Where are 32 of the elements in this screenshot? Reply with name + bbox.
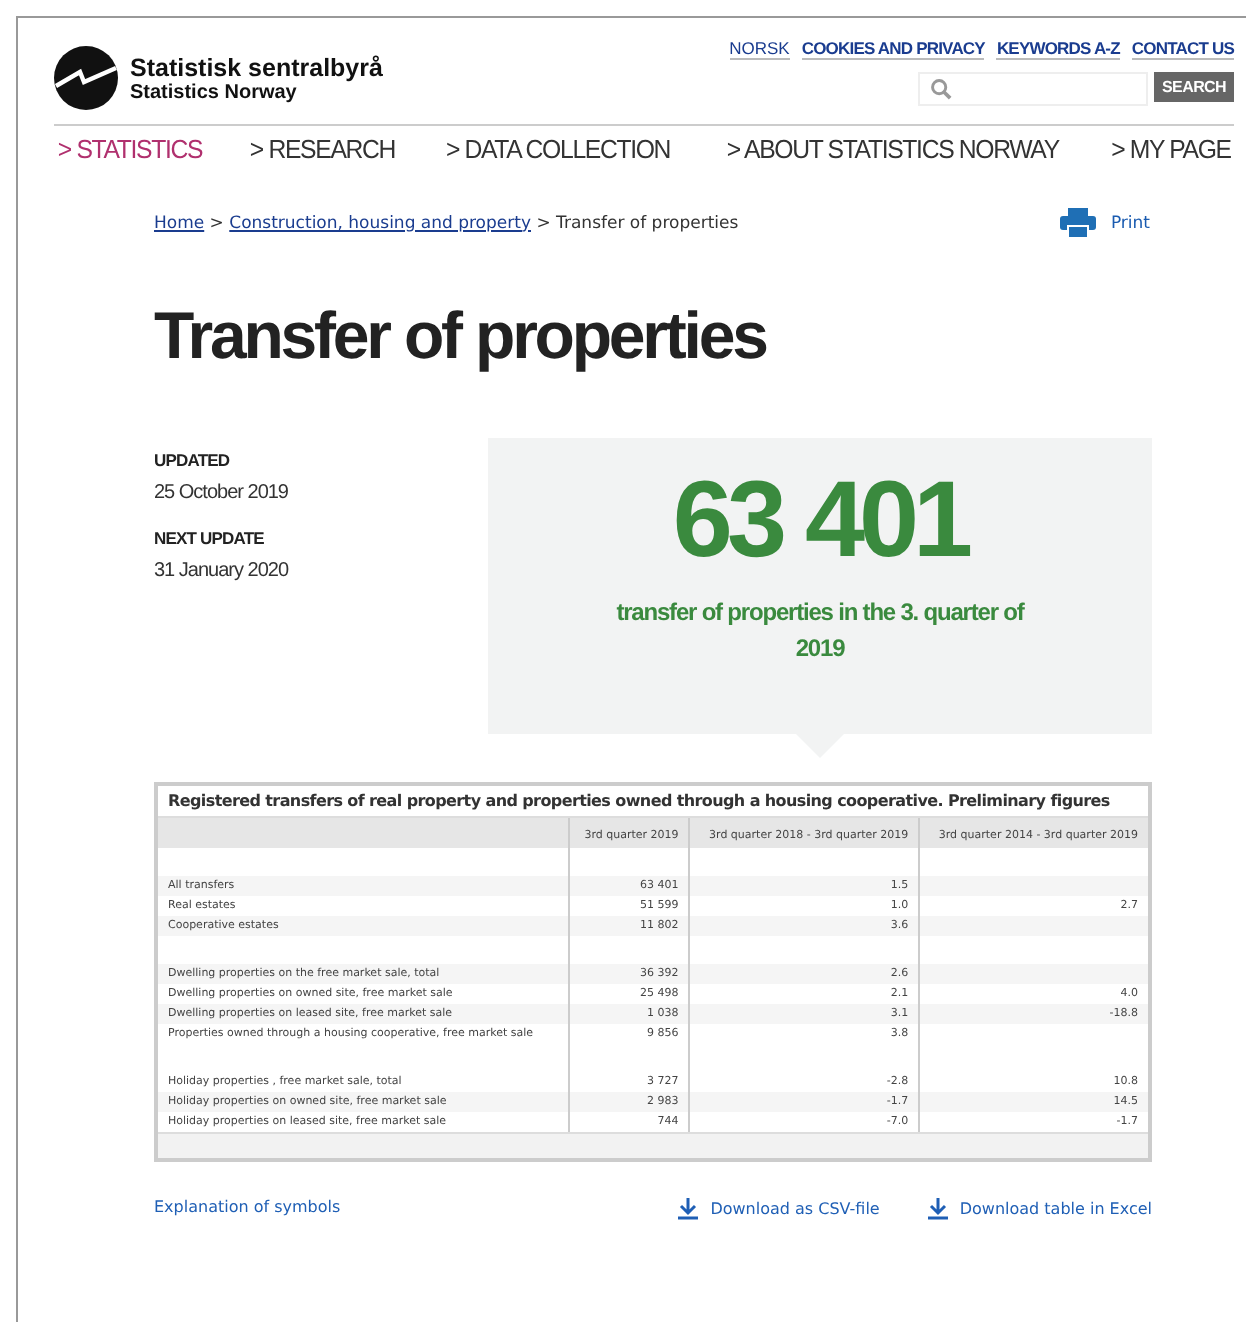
meta-value: 25 October 2019 [154,482,290,504]
breadcrumb: Home > Construction, housing and property > Transfer of properties [154,213,739,233]
search-button[interactable]: SEARCH [1154,72,1234,102]
download-link[interactable]: Download table in Excel [927,1198,1152,1221]
download-icon [927,1198,948,1221]
top-link[interactable]: NORSK [729,38,790,60]
search-icon [930,78,953,100]
key-figure-value: 63 401 [672,462,968,581]
download-icon [678,1198,699,1221]
nav-tab[interactable]: > MY PAGE [1111,134,1231,164]
nav-tab[interactable]: > ABOUT STATISTICS NORWAY [726,134,1059,164]
explanation-link[interactable]: Explanation of symbols [154,1198,341,1221]
meta-label: NEXT UPDATE [154,528,266,548]
key-figure-caption: transfer of properties in the 3. quarter of 2019 [614,596,1027,666]
breadcrumb-link[interactable]: Construction, housing and property [229,213,531,233]
nav-tab[interactable]: > RESEARCH [250,134,396,164]
top-link[interactable]: KEYWORDS A-Z [996,38,1120,60]
meta-value: 31 January 2020 [154,560,291,582]
download-link[interactable]: Download as CSV-file [678,1198,880,1221]
logo-subtitle: Statistics Norway [130,81,297,103]
logo-icon [54,46,118,110]
meta-label: UPDATED [154,450,232,470]
search-field[interactable] [918,72,1149,106]
breadcrumb-link[interactable]: Home [154,213,205,233]
nav-tab[interactable]: > DATA COLLECTION [446,134,671,164]
page-title: Transfer of properties [154,298,769,374]
top-link[interactable]: CONTACT US [1131,38,1234,60]
print-link[interactable]: Print [1060,208,1150,238]
logo-name: Statistisk sentralbyrå [130,53,383,81]
printer-icon [1060,208,1097,238]
nav-tab[interactable]: > STATISTICS [57,134,203,164]
top-link[interactable]: COOKIES AND PRIVACY [801,38,985,60]
